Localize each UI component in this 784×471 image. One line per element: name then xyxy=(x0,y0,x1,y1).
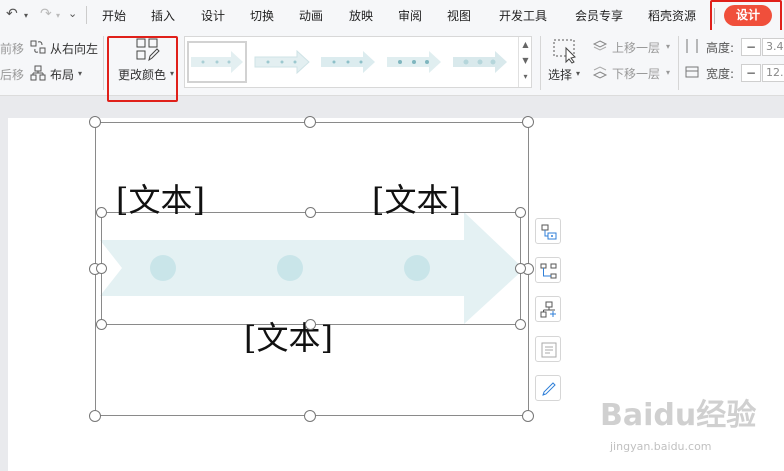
send-backward-icon xyxy=(592,66,608,79)
highlight-box-change-color xyxy=(107,36,178,102)
tab-start[interactable]: 开始 xyxy=(102,7,126,24)
shape-handle-bottom[interactable] xyxy=(305,319,316,330)
select-button[interactable]: 选择 ▾ xyxy=(546,36,586,90)
ribbon-divider xyxy=(678,36,679,90)
tab-docer-resources[interactable]: 稻壳资源 xyxy=(648,7,696,24)
shape-handle-left[interactable] xyxy=(96,263,107,274)
ribbon-divider xyxy=(103,36,104,90)
gallery-style-3[interactable] xyxy=(319,41,379,83)
gallery-style-4[interactable] xyxy=(385,41,445,83)
gallery-style-1[interactable] xyxy=(187,41,247,83)
bring-forward-dropdown-icon: ▾ xyxy=(666,42,671,51)
text-placeholder-bottom[interactable]: [文本] xyxy=(244,320,333,356)
bring-forward-icon xyxy=(592,40,608,51)
resize-handle-top-right[interactable] xyxy=(522,116,534,128)
shape-handle-right[interactable] xyxy=(515,263,526,274)
tab-animation[interactable]: 动画 xyxy=(299,7,323,24)
resize-handle-top-left[interactable] xyxy=(89,116,101,128)
gallery-scroll-down-icon[interactable]: ▼ xyxy=(519,53,532,69)
tab-review[interactable]: 审阅 xyxy=(398,7,422,24)
gallery-scroll-up-icon[interactable]: ▲ xyxy=(519,37,532,53)
move-back-button[interactable]: 后移 xyxy=(0,66,24,83)
tab-design-page[interactable]: 设计 xyxy=(201,7,225,24)
text-pane-icon xyxy=(541,342,557,358)
tab-view[interactable]: 视图 xyxy=(447,7,471,24)
tab-transition[interactable]: 切换 xyxy=(250,7,274,24)
style-preview-4-icon xyxy=(387,51,441,73)
send-backward-dropdown-icon: ▾ xyxy=(666,68,671,77)
bring-forward-label: 上移一层 xyxy=(612,41,661,55)
text-placeholder-top-left[interactable]: [文本] xyxy=(116,182,205,218)
add-shape-button[interactable] xyxy=(535,218,561,244)
height-label: 高度: xyxy=(706,41,735,55)
tab-slideshow[interactable]: 放映 xyxy=(349,7,373,24)
redo-icon[interactable]: ↷ xyxy=(40,6,52,22)
width-icon xyxy=(685,66,699,78)
smartart-style-gallery: ▲ ▼ ▾ xyxy=(184,36,532,88)
change-color-side-button[interactable] xyxy=(535,296,561,322)
toolbar-divider xyxy=(86,6,87,24)
arrow-shape-selection-frame[interactable] xyxy=(101,212,521,325)
send-backward-button[interactable]: 下移一层 ▾ xyxy=(592,64,672,84)
format-style-button[interactable] xyxy=(535,375,561,401)
style-preview-3-icon xyxy=(321,51,375,73)
undo-dropdown-icon[interactable]: ▾ xyxy=(24,11,28,20)
select-icon xyxy=(553,39,576,64)
height-icon xyxy=(686,39,698,53)
move-forward-button[interactable]: 前移 xyxy=(0,40,24,57)
width-input[interactable]: 12. xyxy=(762,64,784,82)
width-decrease-button[interactable]: − xyxy=(741,64,761,82)
watermark-logo: Baidu经验 xyxy=(600,398,757,433)
layout-button[interactable]: 布局 ▾ xyxy=(30,64,90,84)
style-preview-2-icon xyxy=(254,49,310,75)
layout-icon xyxy=(30,65,46,81)
resize-handle-bottom-left[interactable] xyxy=(89,410,101,422)
text-placeholder-top-right[interactable]: [文本] xyxy=(372,182,461,218)
resize-handle-bottom-right[interactable] xyxy=(522,410,534,422)
shape-handle-top-right[interactable] xyxy=(515,207,526,218)
resize-handle-bottom[interactable] xyxy=(304,410,316,422)
change-layout-button[interactable] xyxy=(535,257,561,283)
width-label: 宽度: xyxy=(706,67,735,81)
style-preview-5-icon xyxy=(453,51,507,73)
add-shape-icon xyxy=(541,224,557,240)
shape-handle-top-left[interactable] xyxy=(96,207,107,218)
gallery-style-5[interactable] xyxy=(451,41,511,83)
redo-dropdown-icon[interactable]: ▾ xyxy=(56,11,60,20)
tab-bar: ↶ ▾ ↷ ▾ ⌄ 开始 插入 设计 切换 动画 放映 审阅 视图 开发工具 会… xyxy=(0,0,784,30)
tab-insert[interactable]: 插入 xyxy=(151,7,175,24)
watermark-url: jingyan.baidu.com xyxy=(610,440,712,453)
text-pane-button[interactable] xyxy=(535,336,561,362)
gallery-expand-icon[interactable]: ▾ xyxy=(519,69,532,85)
highlight-box-design-tab xyxy=(710,0,782,32)
tab-member[interactable]: 会员专享 xyxy=(575,7,623,24)
shape-handle-top[interactable] xyxy=(305,207,316,218)
bring-forward-button[interactable]: 上移一层 ▾ xyxy=(592,38,672,58)
layout-dropdown-icon: ▾ xyxy=(78,69,83,78)
select-label: 选择 xyxy=(548,68,573,82)
format-style-icon xyxy=(542,382,556,396)
right-to-left-icon xyxy=(30,40,46,54)
select-dropdown-icon: ▾ xyxy=(576,69,581,78)
ribbon-divider xyxy=(540,36,541,90)
height-input[interactable]: 3.4 xyxy=(762,38,784,56)
resize-handle-top[interactable] xyxy=(304,116,316,128)
change-layout-icon xyxy=(540,263,557,279)
send-backward-label: 下移一层 xyxy=(612,67,661,81)
gallery-scrollbar[interactable]: ▲ ▼ ▾ xyxy=(518,37,532,87)
gallery-style-2[interactable] xyxy=(253,41,313,83)
right-to-left-button[interactable]: 从右向左 xyxy=(30,38,110,58)
shape-handle-bottom-right[interactable] xyxy=(515,319,526,330)
height-decrease-button[interactable]: − xyxy=(741,38,761,56)
undo-icon[interactable]: ↶ xyxy=(6,6,18,22)
shape-handle-bottom-left[interactable] xyxy=(96,319,107,330)
right-to-left-label: 从右向左 xyxy=(50,42,99,56)
style-preview-1-icon xyxy=(191,51,243,73)
change-color-icon xyxy=(540,301,556,318)
layout-label: 布局 xyxy=(50,68,75,82)
customize-toolbar-icon[interactable]: ⌄ xyxy=(68,7,77,20)
tab-developer[interactable]: 开发工具 xyxy=(499,7,547,24)
